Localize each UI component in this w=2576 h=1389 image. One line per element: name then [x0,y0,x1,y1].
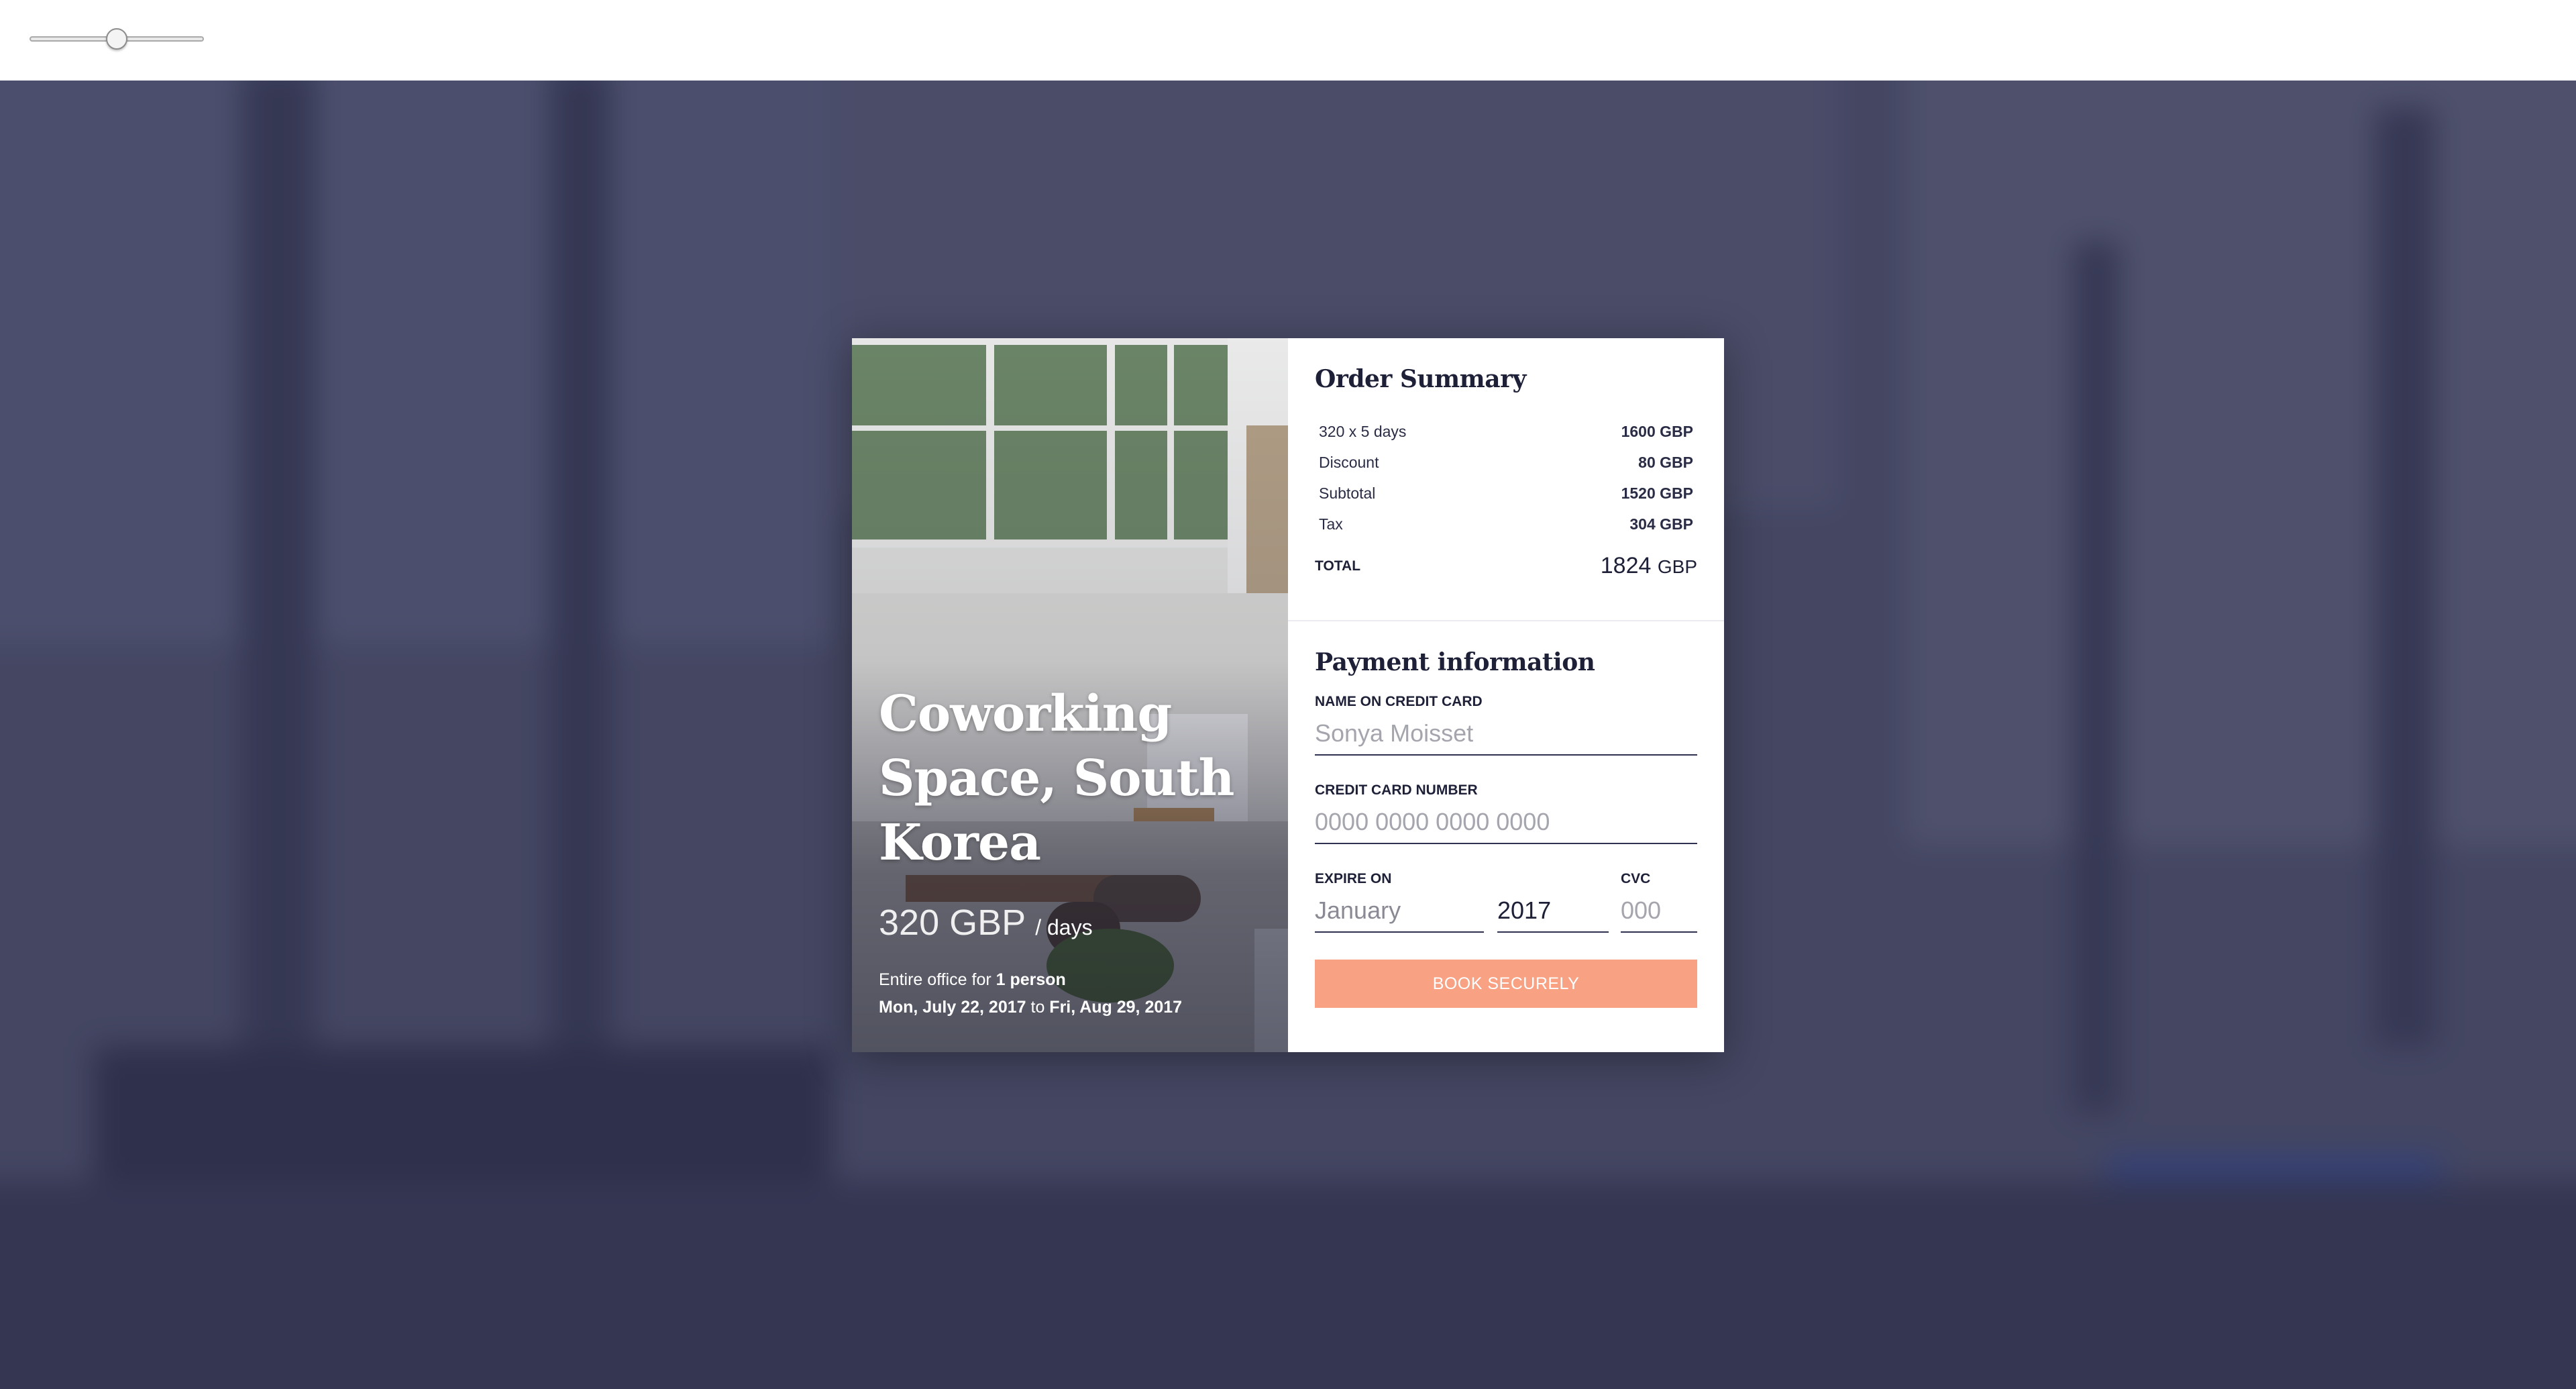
checkout-panel: Order Summary 320 x 5 days 1600 GBP Disc… [1288,338,1724,1052]
expiry-cvc-row: EXPIRE ON CVC [1315,871,1697,933]
price-unit: / days [1035,915,1093,939]
booking-modal: Coworking Space, South Korea 320 GBP / d… [852,338,1724,1052]
summary-value: 80 GBP [1638,453,1693,471]
summary-row-discount: Discount 80 GBP [1315,447,1697,478]
card-number-label: CREDIT CARD NUMBER [1315,782,1478,798]
office-people: 1 person [996,970,1066,989]
listing-price: 320 GBP / days [879,902,1254,943]
order-summary-title: Order Summary [1315,365,1526,393]
expiry-inputs [1315,891,1621,933]
expire-on-label: EXPIRE ON [1315,871,1392,886]
summary-label: Discount [1319,453,1379,471]
book-securely-button[interactable]: BOOK SECURELY [1315,960,1697,1008]
order-summary-table: 320 x 5 days 1600 GBP Discount 80 GBP Su… [1315,416,1697,539]
summary-row-base: 320 x 5 days 1600 GBP [1315,416,1697,447]
price-amount: 320 GBP [879,903,1026,943]
total-amount: 1824 [1600,553,1652,578]
cvc-label: CVC [1621,871,1651,886]
office-capacity: Entire office for 1 person [879,966,1254,994]
total-value: 1824 GBP [1601,553,1697,579]
summary-label: Subtotal [1319,484,1376,502]
total-label: TOTAL [1315,558,1361,574]
listing-info: Coworking Space, South Korea 320 GBP / d… [879,682,1254,1021]
expiry-year-input[interactable] [1497,891,1609,933]
cvc-input[interactable] [1621,891,1697,933]
date-from: Mon, July 22, 2017 [879,998,1026,1017]
total-row: TOTAL 1824 GBP [1315,553,1697,579]
name-on-card-label: NAME ON CREDIT CARD [1315,694,1483,709]
expiry-group: EXPIRE ON [1315,871,1621,933]
payment-title: Payment information [1315,648,1595,676]
listing-hero: Coworking Space, South Korea 320 GBP / d… [852,338,1288,1052]
booking-dates: Mon, July 22, 2017 to Fri, Aug 29, 2017 [879,994,1254,1021]
summary-value: 1600 GBP [1621,422,1693,440]
name-on-card-input[interactable] [1315,714,1697,756]
summary-row-tax: Tax 304 GBP [1315,509,1697,539]
summary-row-subtotal: Subtotal 1520 GBP [1315,478,1697,509]
summary-label: 320 x 5 days [1319,422,1407,440]
booking-details: Entire office for 1 person Mon, July 22,… [879,966,1254,1021]
date-to: Fri, Aug 29, 2017 [1049,998,1183,1017]
total-currency: GBP [1657,556,1697,577]
top-toolbar [0,0,2576,81]
date-separator: to [1026,998,1050,1017]
office-prefix: Entire office for [879,970,996,989]
slider-thumb[interactable] [106,28,127,50]
order-summary: Order Summary 320 x 5 days 1600 GBP Disc… [1288,338,1724,621]
expiry-month-input[interactable] [1315,891,1484,933]
zoom-slider[interactable] [30,28,204,50]
payment-form: Payment information NAME ON CREDIT CARD … [1288,621,1724,1008]
summary-value: 304 GBP [1629,515,1693,533]
cvc-group: CVC [1621,871,1697,933]
summary-value: 1520 GBP [1621,484,1693,502]
summary-label: Tax [1319,515,1343,533]
listing-title: Coworking Space, South Korea [879,685,1234,872]
card-number-input[interactable] [1315,803,1697,844]
